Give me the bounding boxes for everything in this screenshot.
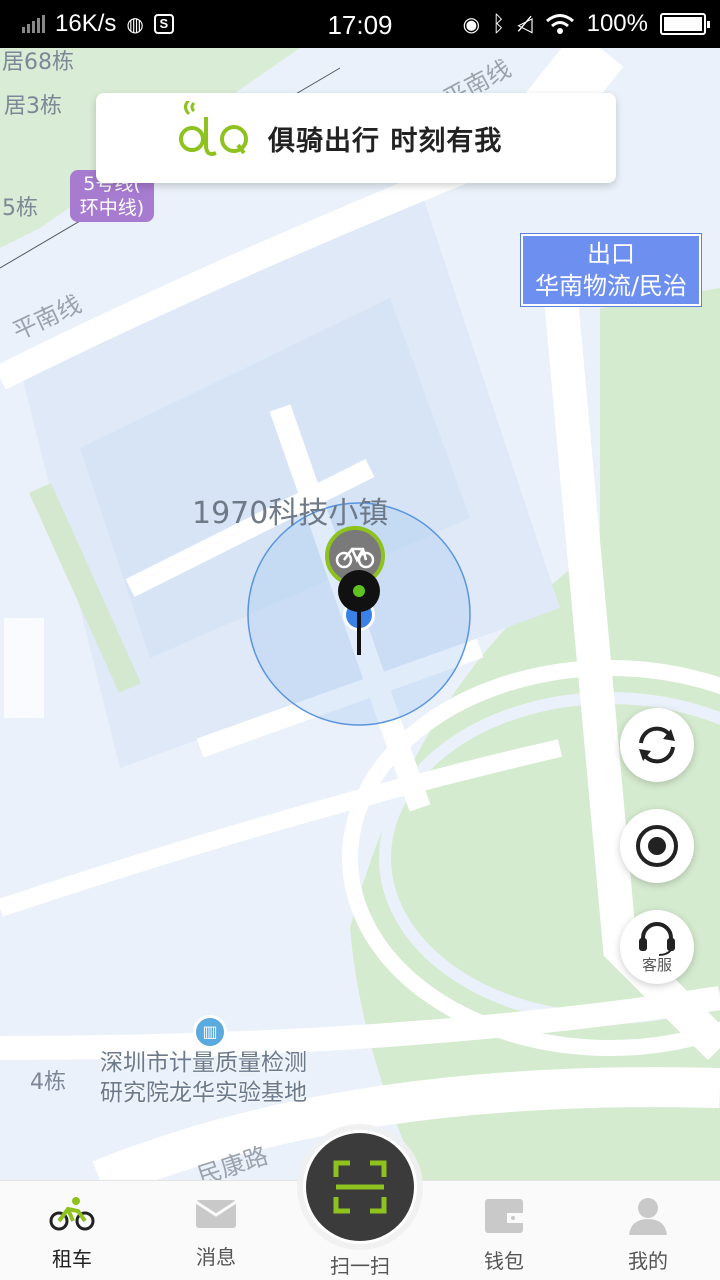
status-bar: 16K/s ◍ S 17:09 ◉ ᛒ ◁̸ 100%: [0, 0, 720, 48]
headset-icon: [639, 921, 675, 956]
bluetooth-icon: ᛒ: [492, 11, 506, 36]
scan-label: 扫一扫: [330, 1254, 390, 1278]
refresh-button[interactable]: [620, 708, 694, 782]
poi-label[interactable]: 深圳市计量质量检测 研究院龙华实验基地: [100, 1048, 307, 1108]
nfc-icon: ◉: [462, 13, 481, 36]
brand-slogan: 俱骑出行 时刻有我: [268, 126, 503, 157]
customer-service-button[interactable]: 客服: [620, 910, 694, 984]
center-pin-icon: [338, 570, 380, 655]
scan-button[interactable]: [303, 1130, 417, 1244]
battery-percent: 100%: [586, 10, 648, 37]
wifi-icon: [545, 14, 574, 34]
bike-nav-icon: [49, 1197, 95, 1231]
nav-label: 租车: [52, 1247, 92, 1271]
exit-sign-destination: 华南物流/民治: [534, 272, 688, 300]
user-icon: [629, 1198, 667, 1235]
map-label-building: 居3栋: [4, 94, 62, 119]
map-label-building: 居68栋: [2, 50, 74, 75]
map-label-building: 5栋: [2, 196, 38, 221]
exit-sign-title: 出口: [587, 240, 635, 268]
refresh-icon: [639, 726, 675, 764]
nav-label: 消息: [196, 1245, 236, 1269]
brand-banner[interactable]: 俱骑出行 时刻有我: [96, 93, 616, 183]
bike-logo-icon: [179, 101, 248, 156]
bike-icon: [335, 547, 375, 569]
customer-service-label: 客服: [641, 955, 672, 974]
poi-icon[interactable]: ▥: [193, 1015, 227, 1049]
metro-line-text: 环中线): [79, 197, 145, 219]
scan-icon: [333, 1160, 387, 1214]
poi-label-line: 深圳市计量质量检测: [100, 1050, 307, 1076]
nav-label: 我的: [628, 1249, 668, 1273]
nav-rent[interactable]: 租车: [27, 1197, 117, 1272]
map-view[interactable]: 居68栋 居3栋 5栋 平南线 平南线 1970科技小镇 4栋 民康路 5号线(…: [0, 48, 720, 1180]
poi-label-line: 研究院龙华实验基地: [100, 1080, 307, 1106]
map-label-building: 4栋: [30, 1070, 66, 1095]
mute-icon: ◁̸: [517, 13, 533, 36]
battery-icon: [660, 13, 710, 35]
wallet-icon: [485, 1199, 523, 1233]
exit-sign: 出口 华南物流/民治: [520, 233, 702, 307]
locate-button[interactable]: [620, 809, 694, 883]
locate-icon: [636, 825, 678, 867]
nav-wallet[interactable]: 钱包: [459, 1197, 549, 1274]
mail-icon: [195, 1200, 237, 1228]
nav-label: 钱包: [484, 1249, 524, 1273]
nav-messages[interactable]: 消息: [171, 1197, 261, 1270]
nav-mine[interactable]: 我的: [603, 1197, 693, 1274]
